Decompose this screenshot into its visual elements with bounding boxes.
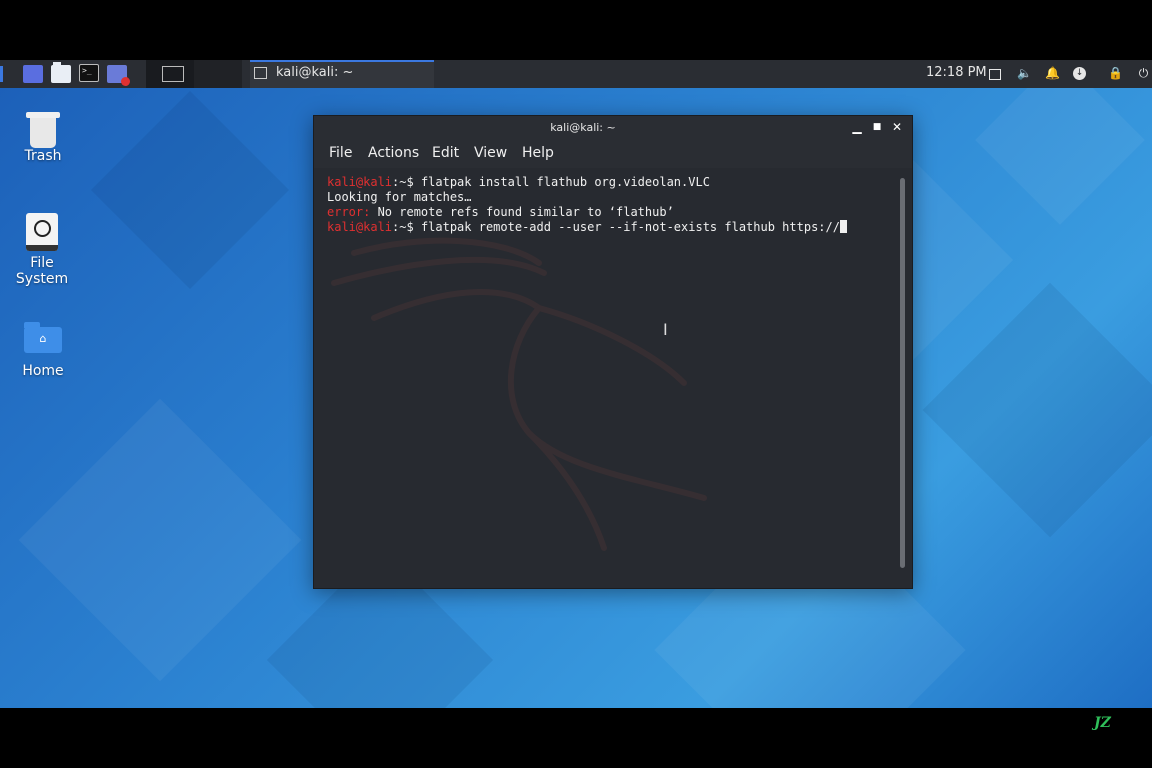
text-cursor — [839, 220, 847, 233]
menu-edit[interactable]: Edit — [432, 145, 459, 161]
prompt-user: kali@kali — [327, 175, 393, 189]
menu-actions[interactable]: Actions — [368, 145, 419, 161]
channel-logo: JZ — [1094, 715, 1111, 731]
update-icon[interactable]: ↓ — [1073, 67, 1086, 80]
home-folder-icon: ⌂ — [24, 322, 62, 353]
prompt-tail: :~$ — [392, 220, 421, 234]
mouse-ibeam-cursor-icon: Ι — [663, 320, 668, 339]
command-text: flatpak install flathub org.videolan.VLC — [420, 175, 710, 189]
output-text: No remote refs found similar to ‘flathub… — [370, 205, 674, 219]
display-icon[interactable] — [989, 69, 1001, 80]
power-icon[interactable]: ⏻ — [1136, 66, 1151, 81]
window-titlebar[interactable]: kali@kali: ~ ▁ ■ ✕ — [314, 116, 912, 140]
desktop-icon-label: Home — [22, 363, 64, 379]
terminal-line: kali@kali:~$ flatpak remote-add --user -… — [327, 220, 847, 234]
minimize-button[interactable]: ▁ — [849, 119, 865, 135]
bg-tile — [91, 91, 289, 289]
letterbox-top — [0, 0, 1152, 60]
desktop-icon-label: Trash — [24, 148, 62, 164]
terminal-line: kali@kali:~$ flatpak install flathub org… — [327, 175, 710, 189]
maximize-button[interactable]: ■ — [869, 119, 885, 135]
terminal-line: Looking for matches… — [327, 190, 472, 204]
scrollbar[interactable] — [900, 178, 905, 568]
terminal-icon — [254, 67, 267, 79]
letterbox-bottom — [0, 708, 1152, 768]
bg-tile — [18, 398, 302, 682]
panel-edge — [0, 66, 3, 82]
prompt-tail: :~$ — [392, 175, 421, 189]
command-text: flatpak remote-add --user --if-not-exist… — [420, 220, 840, 234]
file-manager-icon[interactable] — [51, 62, 71, 83]
output-text: Looking for matches… — [327, 190, 472, 204]
clock[interactable]: 12:18 PM — [926, 65, 987, 80]
notification-icon[interactable]: 🔔 — [1045, 66, 1060, 81]
menu-bar: File Actions Edit View Help — [314, 140, 912, 168]
screen-recorder-icon[interactable] — [107, 65, 130, 86]
workspace-window-icon — [162, 66, 184, 82]
desktop-icon-file-system[interactable]: File System — [2, 213, 82, 287]
terminal-output[interactable]: kali@kali:~$ flatpak install flathub org… — [314, 168, 912, 588]
trash-icon — [26, 112, 60, 148]
file-system-icon — [26, 213, 58, 251]
menu-file[interactable]: File — [329, 145, 352, 161]
lock-icon[interactable]: 🔒 — [1108, 66, 1123, 81]
error-label: error: — [327, 205, 371, 219]
window-title: kali@kali: ~ — [550, 121, 616, 134]
close-button[interactable]: ✕ — [889, 119, 905, 135]
desktop-icon-label: File System — [15, 255, 69, 287]
prompt-user: kali@kali — [327, 220, 393, 234]
show-desktop-icon[interactable] — [23, 65, 43, 83]
menu-view[interactable]: View — [474, 145, 507, 161]
terminal-line: error: No remote refs found similar to ‘… — [327, 205, 674, 219]
taskbar-terminal-button[interactable]: kali@kali: ~ — [250, 60, 434, 88]
menu-help[interactable]: Help — [522, 145, 554, 161]
desktop-icon-trash[interactable]: Trash — [3, 112, 83, 164]
bg-tile — [922, 282, 1152, 538]
volume-icon[interactable]: 🔈 — [1017, 66, 1032, 81]
workspace-2[interactable] — [194, 60, 242, 88]
terminal-window[interactable]: kali@kali: ~ ▁ ■ ✕ File Actions Edit Vie… — [313, 115, 913, 589]
desktop-icon-home[interactable]: ⌂ Home — [3, 322, 83, 379]
taskbar-label: kali@kali: ~ — [276, 65, 354, 80]
active-indicator — [250, 60, 434, 62]
terminal-launcher-icon[interactable] — [79, 64, 99, 82]
workspace-1[interactable] — [146, 60, 194, 88]
top-panel: kali@kali: ~ 12:18 PM 🔈 🔔 ↓ 🔒 ⏻ — [0, 60, 1152, 88]
